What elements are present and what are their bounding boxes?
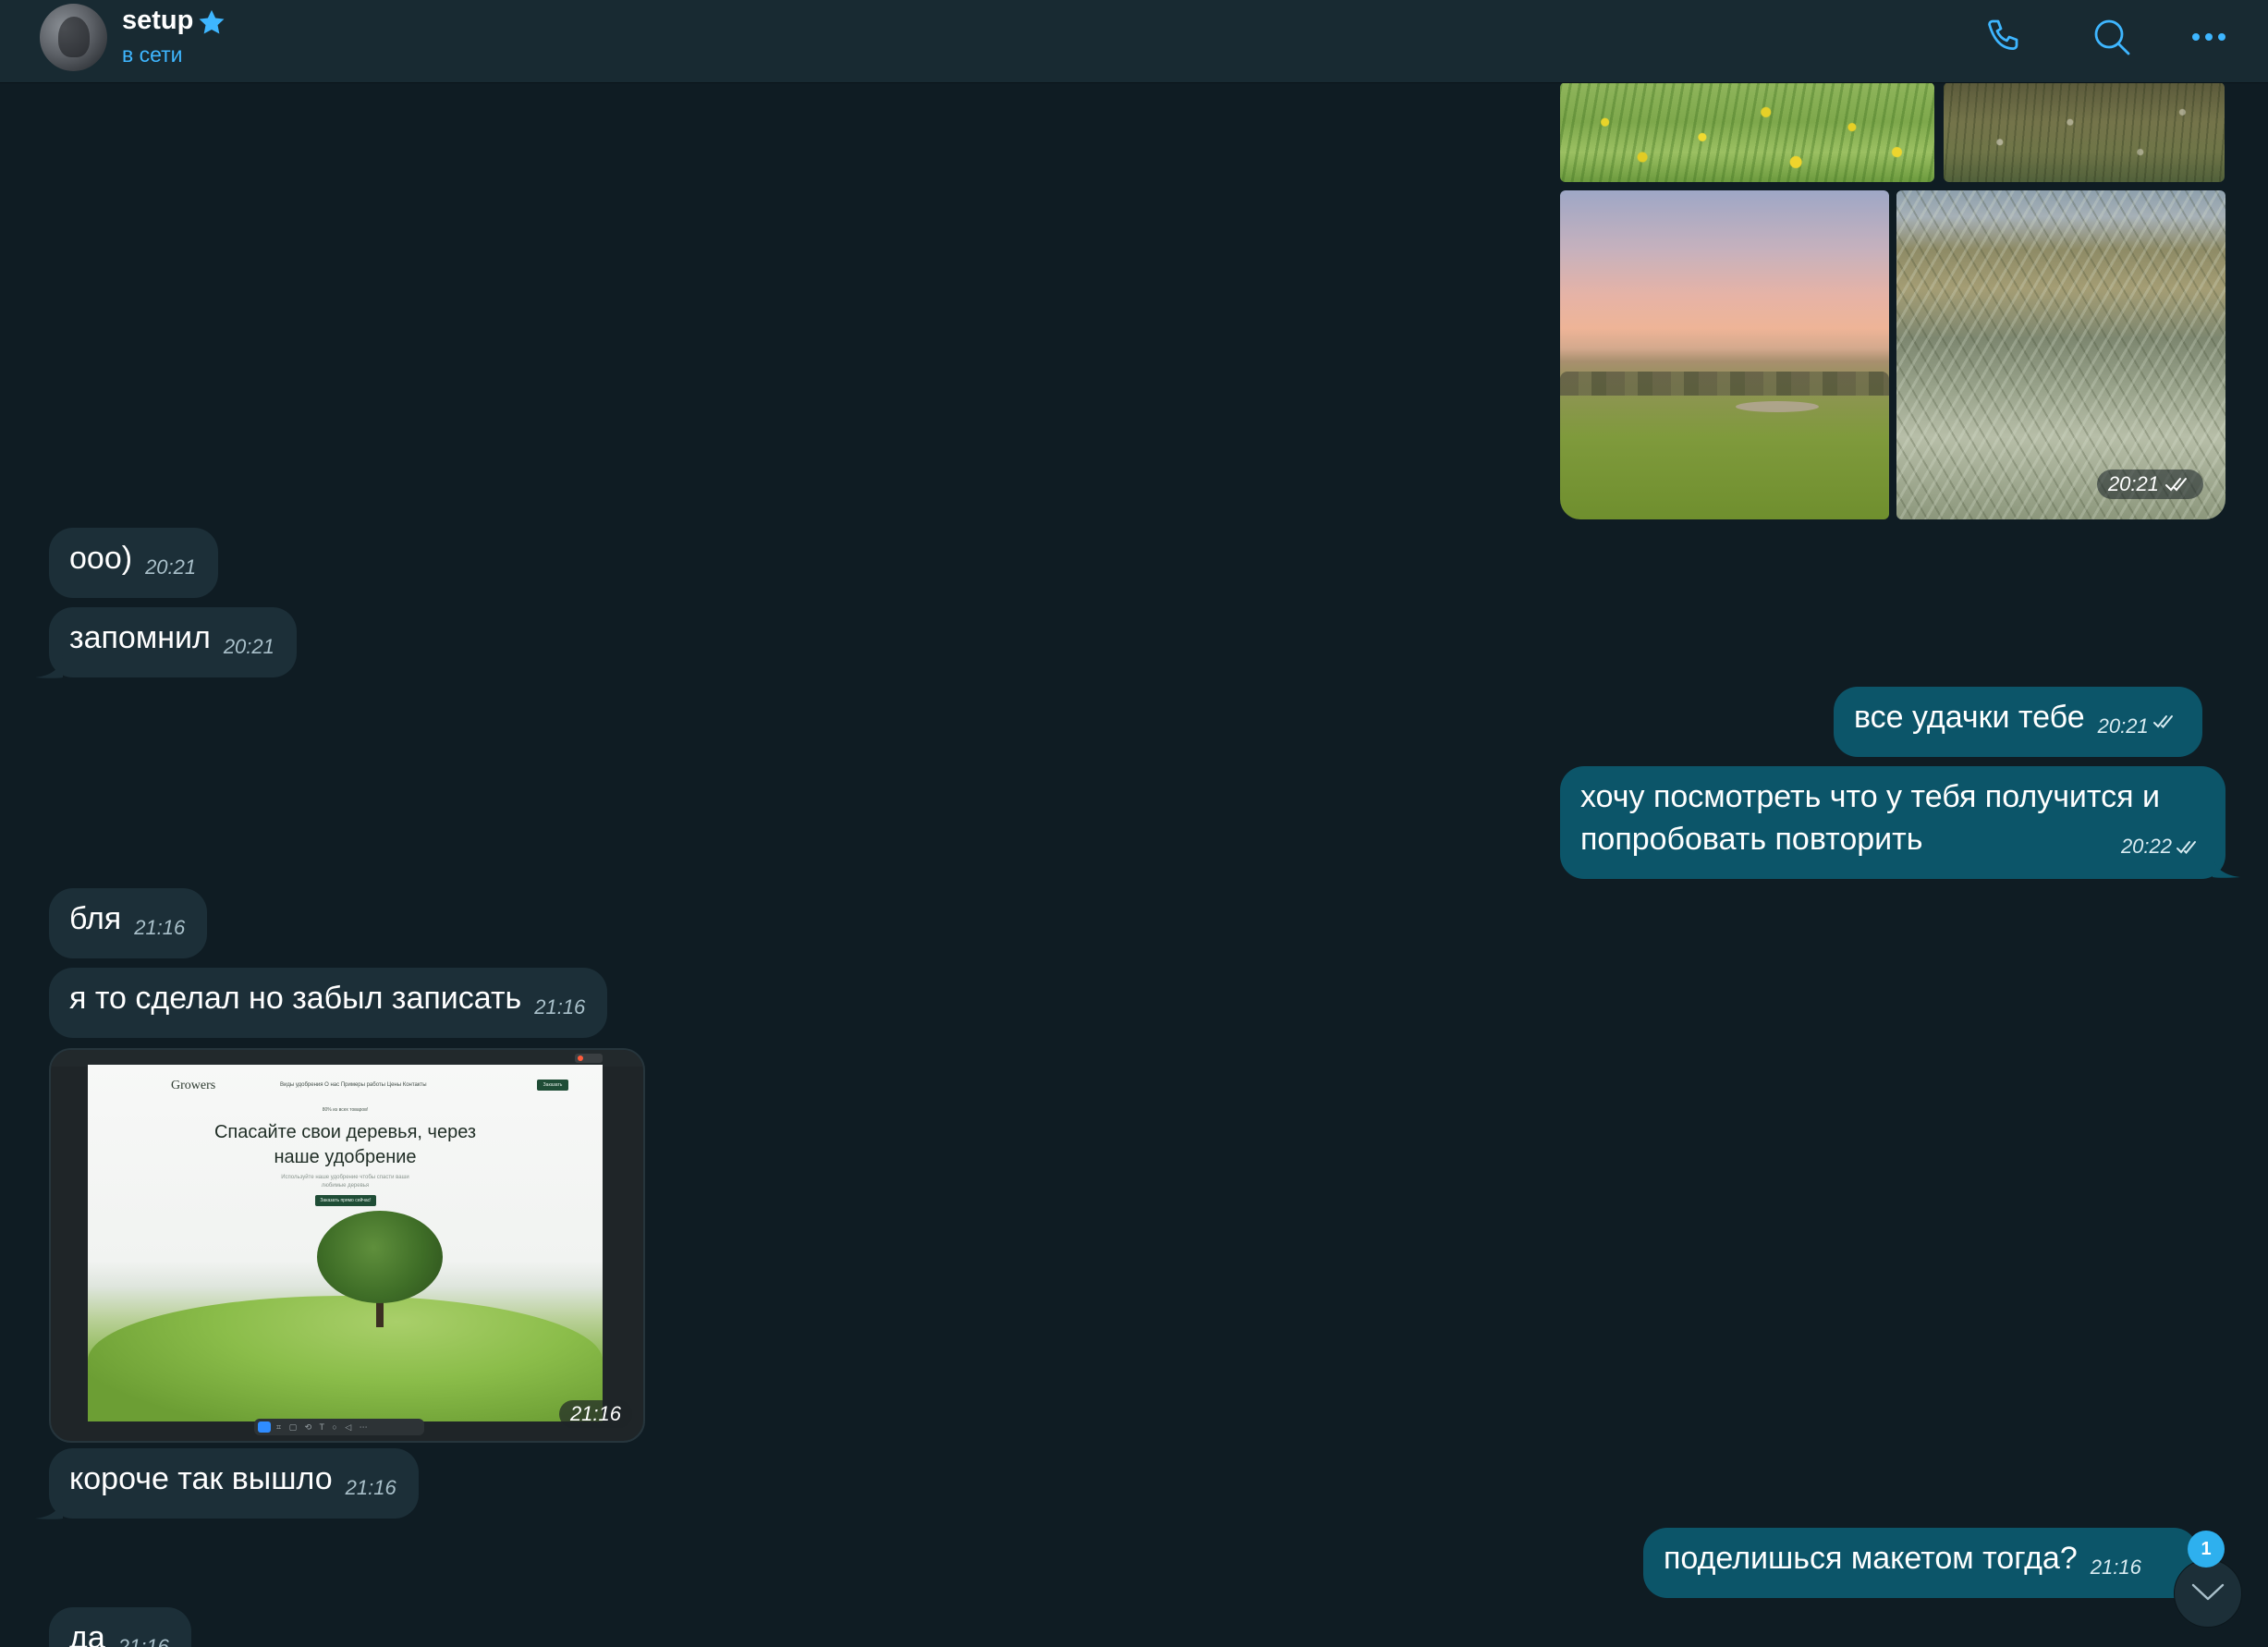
bubble-tail	[2213, 855, 2240, 878]
message-text: запомнил	[69, 620, 211, 655]
album-photo-wildflowers[interactable]	[1560, 82, 1934, 182]
contact-status: в сети	[122, 43, 183, 67]
message-time: 21:16	[117, 1635, 169, 1647]
site-eyebrow: 80% из всех товаров!	[322, 1107, 369, 1113]
search-icon[interactable]	[2090, 15, 2134, 59]
message-text: короче так вышло	[69, 1461, 333, 1496]
message-outgoing[interactable]: хочу посмотреть что у тебя получится и п…	[1560, 766, 2225, 879]
message-incoming[interactable]: я то сделал но забыл записать 21:16	[49, 968, 608, 1038]
chat-window: setup в сети 20:21 ооо) 20:21 запомнил 2…	[0, 0, 2268, 1647]
message-text: бля	[69, 901, 122, 936]
message-text: ооо)	[69, 541, 133, 576]
message-text: все удачки тебе	[1854, 700, 2085, 735]
site-logo: Growers	[171, 1079, 216, 1092]
album-photo-meadow[interactable]	[1944, 82, 2225, 182]
more-icon[interactable]	[2187, 15, 2231, 59]
record-indicator	[575, 1054, 603, 1063]
message-incoming[interactable]: короче так вышло 21:16	[49, 1448, 419, 1519]
screenshot-time: 21:16	[558, 1400, 632, 1428]
album-photo-sunset-field[interactable]	[1560, 190, 1889, 519]
website-preview: Growers Виды удобрения О нас Примеры раб…	[88, 1065, 603, 1421]
site-subheading-text: Используйте наше удобрение чтобы спасти …	[281, 1175, 409, 1189]
album-photo-dune-grass[interactable]: 20:21	[1896, 190, 2225, 519]
select-tool-icon	[258, 1421, 271, 1433]
album-timestamp: 20:21	[2096, 470, 2203, 499]
hills-image	[88, 1296, 603, 1421]
unread-badge[interactable]: 1	[2188, 1531, 2225, 1568]
avatar[interactable]	[40, 4, 107, 71]
message-time: 21:16	[134, 916, 186, 939]
album-time: 20:21	[2107, 472, 2159, 495]
tree-image	[317, 1211, 443, 1303]
scroll-down-button[interactable]	[2174, 1559, 2242, 1628]
site-nav-button: Заказать	[537, 1080, 568, 1091]
message-time: 20:21	[145, 555, 197, 579]
message-time: 20:22	[2120, 835, 2172, 858]
message-text: хочу посмотреть что у тебя получится и п…	[1580, 779, 2160, 857]
site-nav: Виды удобрения О нас Примеры работы Цены…	[280, 1082, 427, 1088]
message-incoming[interactable]: бля 21:16	[49, 888, 208, 958]
site-cta-button: Заказать прямо сейчас!	[315, 1195, 376, 1206]
message-outgoing[interactable]: поделишься макетом тогда? 21:16	[1643, 1528, 2198, 1598]
message-time: 21:16	[345, 1476, 396, 1499]
verified-star-icon	[199, 9, 225, 34]
message-time: 21:16	[534, 995, 586, 1019]
message-time: 20:21	[2097, 714, 2149, 738]
message-text: я то сделал но забыл записать	[69, 981, 522, 1016]
chevron-down-icon	[2191, 1583, 2225, 1601]
chat-header: setup в сети	[0, 0, 2268, 83]
message-text: да	[69, 1620, 105, 1647]
message-time: 21:16	[2090, 1556, 2141, 1579]
contact-name[interactable]: setup	[122, 6, 193, 36]
message-text: поделишься макетом тогда?	[1664, 1541, 2078, 1576]
double-check-icon	[2152, 715, 2173, 728]
double-check-icon	[2177, 841, 2196, 854]
message-incoming[interactable]: ооо) 20:21	[49, 528, 219, 598]
toolbar-tools: ⌗ ▢ ⟲ T ○ ◁ ⋯	[276, 1422, 371, 1432]
double-check-icon	[2165, 478, 2187, 492]
message-incoming[interactable]: да 21:16	[49, 1607, 191, 1647]
message-outgoing[interactable]: все удачки тебе 20:21	[1834, 687, 2202, 757]
message-time: 20:21	[223, 635, 274, 658]
message-incoming[interactable]: запомнил 20:21	[49, 607, 297, 677]
shared-screenshot[interactable]: Growers Виды удобрения О нас Примеры раб…	[49, 1048, 645, 1443]
phone-icon[interactable]	[1983, 15, 2028, 59]
site-heading-text: Спасайте свои деревья, через наше удобре…	[213, 1122, 477, 1167]
bubble-tail	[35, 655, 63, 678]
site-subheading: Используйте наше удобрение чтобы спасти …	[88, 1174, 603, 1190]
editor-toolbar: ⌗ ▢ ⟲ T ○ ◁ ⋯	[254, 1419, 424, 1435]
site-heading: Спасайте свои деревья, через наше удобре…	[88, 1120, 603, 1170]
bubble-tail	[35, 1496, 63, 1519]
